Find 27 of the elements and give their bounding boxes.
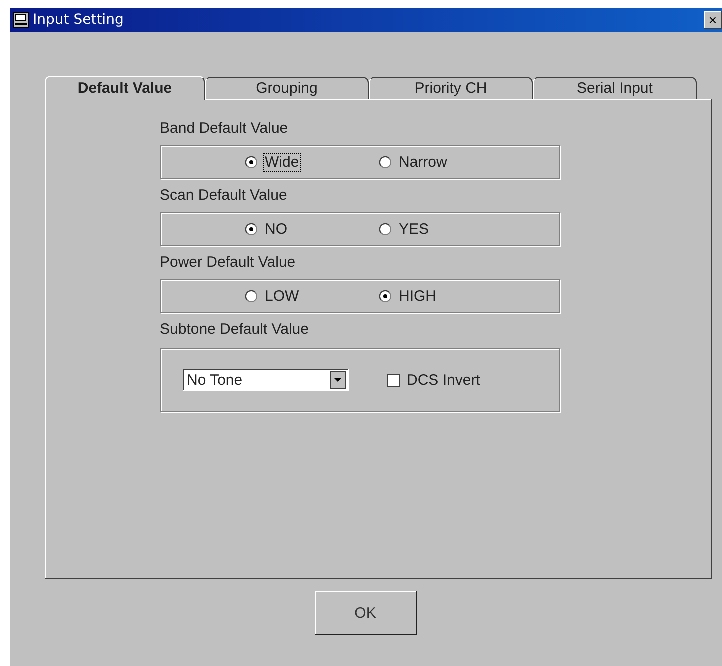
checkbox-label: DCS Invert [407,372,480,388]
tab[interactable]: Priority CH [369,77,533,99]
tone-dropdown[interactable]: No Tone [183,369,349,391]
close-button[interactable]: × [704,11,722,29]
group-label: Power Default Value [160,254,296,271]
radio-button[interactable] [245,290,258,302]
window-title: Input Setting [33,12,125,28]
radio-label: Wide [263,152,302,172]
radio-button[interactable] [245,222,258,236]
radio-label: LOW [264,286,300,306]
radio-label: Narrow [398,152,448,172]
radio-label: HIGH [398,286,438,306]
radio-label: YES [398,220,430,238]
tab[interactable]: Grouping [205,77,369,99]
checkbox[interactable] [387,374,400,386]
radio-button[interactable] [379,156,392,168]
group-label: Scan Default Value [160,187,288,204]
computer-icon [13,12,29,28]
radio-button[interactable] [379,222,392,236]
tab[interactable]: Serial Input [533,77,697,99]
tab[interactable]: Default Value [45,76,205,100]
group-label: Subtone Default Value [160,321,309,338]
radio-label: NO [264,220,288,238]
group-label: Band Default Value [160,120,288,137]
radio-button[interactable] [245,156,258,168]
ok-button[interactable]: OK [314,591,416,635]
radio-button[interactable] [379,290,392,302]
